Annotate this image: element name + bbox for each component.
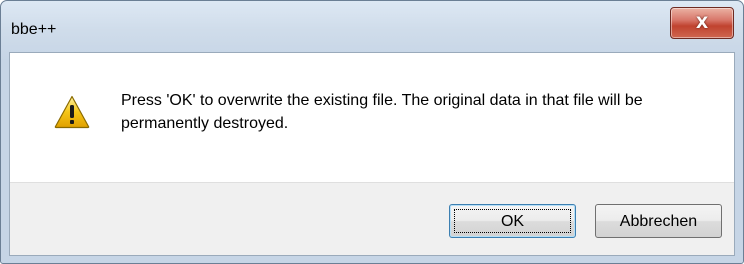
close-icon: X (695, 13, 709, 32)
ok-button[interactable]: OK (449, 204, 576, 238)
warning-icon (54, 95, 90, 129)
message-text: Press 'OK' to overwrite the existing fil… (121, 92, 643, 132)
dialog-content: Press 'OK' to overwrite the existing fil… (9, 52, 735, 256)
close-button[interactable]: X (670, 7, 734, 39)
ok-button-label: OK (454, 209, 571, 233)
button-bar: OK Abbrechen (10, 182, 734, 255)
cancel-button[interactable]: Abbrechen (595, 204, 722, 238)
dialog-window: bbe++ X Press 'OK' to overwrite the exis… (0, 0, 744, 264)
message-area: Press 'OK' to overwrite the existing fil… (10, 53, 734, 182)
window-title: bbe++ (11, 21, 57, 38)
title-bar[interactable]: bbe++ X (1, 1, 743, 51)
